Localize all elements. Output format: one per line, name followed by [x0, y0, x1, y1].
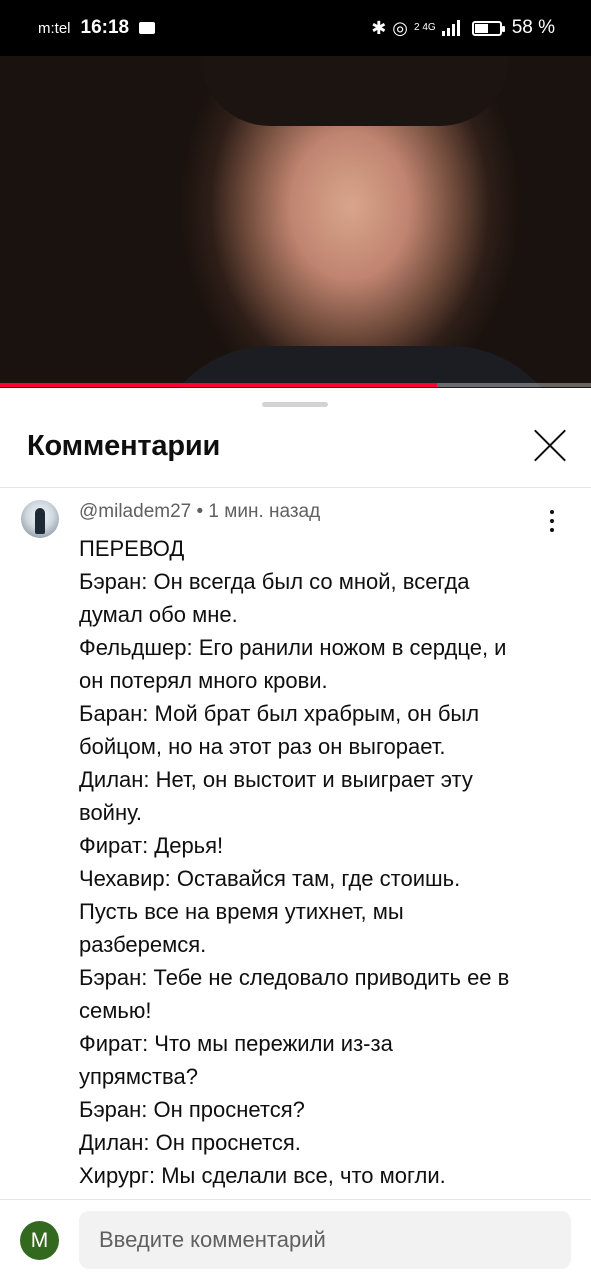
comment-line: разберемся.: [79, 932, 207, 957]
video-frame-suit: [150, 346, 570, 388]
comment-text: ПЕРЕВОД Бэран: Он всегда был со мной, все…: [79, 532, 559, 1192]
comment-line: упрямства?: [79, 1064, 198, 1089]
cast-icon: [139, 22, 156, 34]
bluetooth-icon: ✱: [371, 17, 387, 38]
comments-title: Комментарии: [27, 430, 221, 462]
comment-input[interactable]: [79, 1211, 571, 1269]
comment-line: Дилан: Он проснется.: [79, 1130, 301, 1155]
status-left: m:tel 16:18: [38, 17, 156, 39]
comment-line: Фират: Дерья!: [79, 833, 224, 858]
comment-line: Дилан: Нет, он выстоит и выиграет эту: [79, 767, 473, 792]
network-type-label: 2 4G: [414, 22, 436, 33]
user-avatar[interactable]: M: [20, 1221, 59, 1260]
close-icon[interactable]: [533, 428, 569, 464]
comment-line: Бэран: Он проснется?: [79, 1097, 305, 1122]
comment-line: он потерял много крови.: [79, 668, 328, 693]
comment-line: Бэран: Тебе не следовало приводить ее в: [79, 965, 510, 990]
carrier-label: m:tel: [38, 19, 71, 37]
comment-line: Пусть все на время утихнет, мы: [79, 899, 404, 924]
more-vert-icon[interactable]: [540, 508, 564, 534]
comments-sheet: Комментарии @miladem27 • 1 мин. назад ПЕ…: [0, 388, 591, 1280]
comment-line: Баран: Мой брат был храбрым, он был: [79, 701, 480, 726]
video-progress-bar[interactable]: [0, 383, 591, 387]
clock: 16:18: [80, 17, 130, 38]
comment-line: семью!: [79, 998, 152, 1023]
status-right: ✱ ◎ 2 4G 58 %: [371, 17, 555, 39]
video-frame-hair: [200, 56, 510, 126]
comment-line: Чехавир: Оставайся там, где стоишь.: [79, 866, 461, 891]
comment-line: Хирург: Мы сделали все, что могли.: [79, 1163, 446, 1188]
hotspot-icon: ◎: [392, 17, 408, 38]
comment-line: Бэран: Он всегда был со мной, всегда: [79, 569, 470, 594]
comment-line: Фельдшер: Его ранили ножом в сердце, и: [79, 635, 507, 660]
comment-meta[interactable]: @miladem27 • 1 мин. назад: [79, 501, 320, 523]
drag-handle[interactable]: [262, 402, 328, 407]
comment-line: Фират: Что мы пережили из-за: [79, 1031, 393, 1056]
battery-icon: [471, 20, 505, 36]
input-divider: [0, 1199, 591, 1200]
video-player[interactable]: [0, 56, 591, 388]
battery-percent: 58 %: [511, 17, 555, 38]
comment-line: думал обо мне.: [79, 602, 238, 627]
commenter-avatar[interactable]: [21, 500, 59, 538]
status-bar: m:tel 16:18 ✱ ◎ 2 4G 58 %: [0, 0, 591, 56]
comment-line: ПЕРЕВОД: [79, 536, 185, 561]
battery-level: [474, 23, 488, 33]
comment-line: войну.: [79, 800, 143, 825]
comment-line: бойцом, но на этот раз он выгорает.: [79, 734, 446, 759]
signal-icon: [441, 20, 460, 36]
header-divider: [0, 487, 591, 488]
video-progress-fill: [0, 383, 438, 387]
